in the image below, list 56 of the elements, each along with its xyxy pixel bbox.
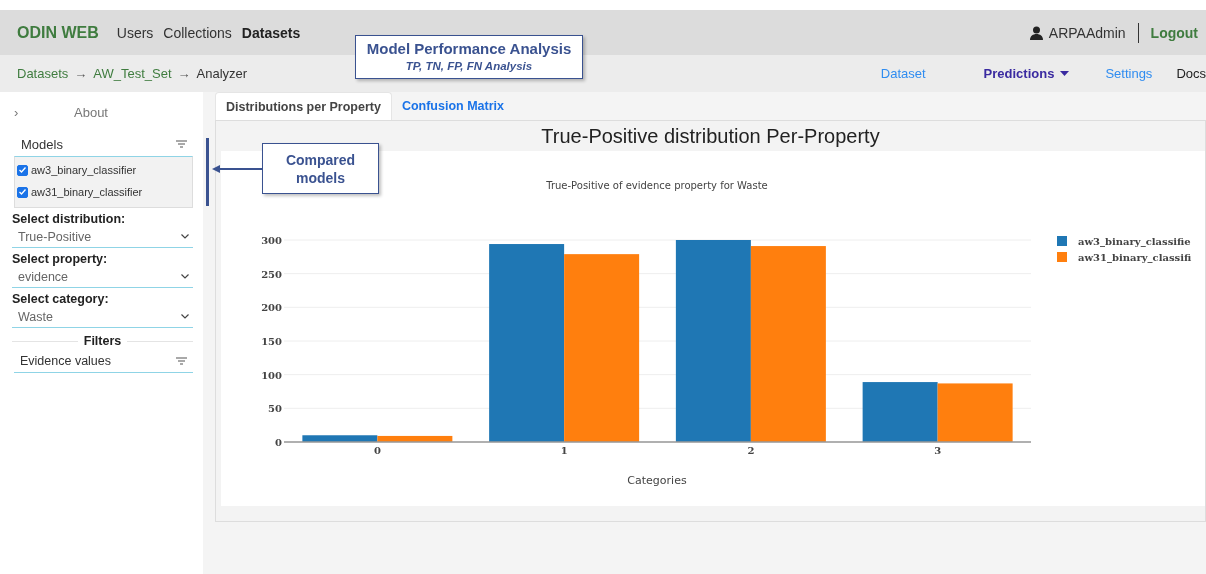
select-field[interactable]: True-Positive: [12, 226, 193, 248]
breadcrumb-link[interactable]: Datasets: [17, 66, 69, 81]
axis-title: Categories: [627, 474, 687, 487]
checkbox[interactable]: [17, 164, 28, 176]
filter-icon[interactable]: [176, 140, 187, 148]
select-field[interactable]: evidence: [12, 266, 193, 288]
about-link[interactable]: About: [74, 104, 108, 120]
nav-link[interactable]: Users: [116, 24, 154, 41]
select-label: Select property:: [12, 252, 109, 266]
axis-tick-label: 0: [275, 437, 282, 448]
nav-link[interactable]: Docs: [1176, 66, 1206, 81]
annotation-callout: Compared models: [262, 143, 379, 194]
model-label: aw3_binary_classifier: [31, 164, 137, 176]
user-name: ARPAAdmin: [1048, 24, 1126, 41]
filter-field[interactable]: Evidence values: [14, 350, 193, 373]
axis-tick-label: 100: [261, 369, 282, 381]
user-icon: [1029, 25, 1043, 40]
logout-link[interactable]: Logout: [1150, 24, 1198, 41]
nav-link[interactable]: Predictions: [983, 66, 1070, 81]
axis-tick-label: 2: [747, 445, 755, 456]
breadcrumb-separator: →: [74, 66, 88, 81]
select-field[interactable]: Waste: [12, 306, 193, 328]
checkbox[interactable]: [17, 186, 28, 198]
legend-label[interactable]: aw3_binary_classifie: [1078, 236, 1191, 247]
filter-icon[interactable]: [176, 357, 187, 365]
filters-heading: Filters: [83, 334, 122, 348]
chart-title: True-Positive of evidence property for Waste: [546, 180, 768, 191]
brand-logo[interactable]: ODIN WEB: [17, 23, 99, 42]
caret-icon: [1060, 71, 1070, 76]
axis-tick-label: 50: [268, 403, 282, 415]
expand-toggle[interactable]: ›: [12, 104, 74, 120]
breadcrumb-link[interactable]: Analyzer: [196, 66, 248, 81]
legend-label[interactable]: aw31_binary_classifi: [1078, 252, 1192, 263]
tab[interactable]: Distributions per Property: [215, 92, 392, 120]
axis-tick-label: 1: [560, 445, 568, 456]
chevron-down-icon: [181, 234, 189, 239]
chevron-down-icon: [181, 314, 189, 319]
tab[interactable]: Confusion Matrix: [391, 92, 514, 120]
axis-tick-label: 300: [261, 235, 282, 246]
chart-heading: True-Positive distribution Per-Property: [540, 124, 881, 149]
select-label: Select distribution:: [12, 212, 127, 226]
breadcrumb-separator: →: [177, 66, 191, 81]
arrow-icon: [212, 164, 262, 174]
model-label: aw31_binary_classifier: [31, 186, 143, 198]
axis-tick-label: 150: [261, 336, 282, 347]
chevron-down-icon: [181, 274, 189, 279]
annotation-callout: Model Performance Analysis TP, TN, FP, FN Analysis: [355, 35, 583, 79]
models-label: Models: [21, 136, 63, 152]
nav-link[interactable]: Collections: [163, 24, 232, 41]
select-label: Select category:: [12, 292, 110, 306]
axis-tick-label: 3: [934, 445, 942, 456]
axis-tick-label: 0: [373, 445, 381, 456]
nav-link[interactable]: Datasets: [241, 24, 301, 41]
breadcrumb-link[interactable]: AW_Test_Set: [93, 66, 172, 81]
axis-tick-label: 250: [261, 268, 282, 280]
axis-tick-label: 200: [261, 302, 282, 314]
